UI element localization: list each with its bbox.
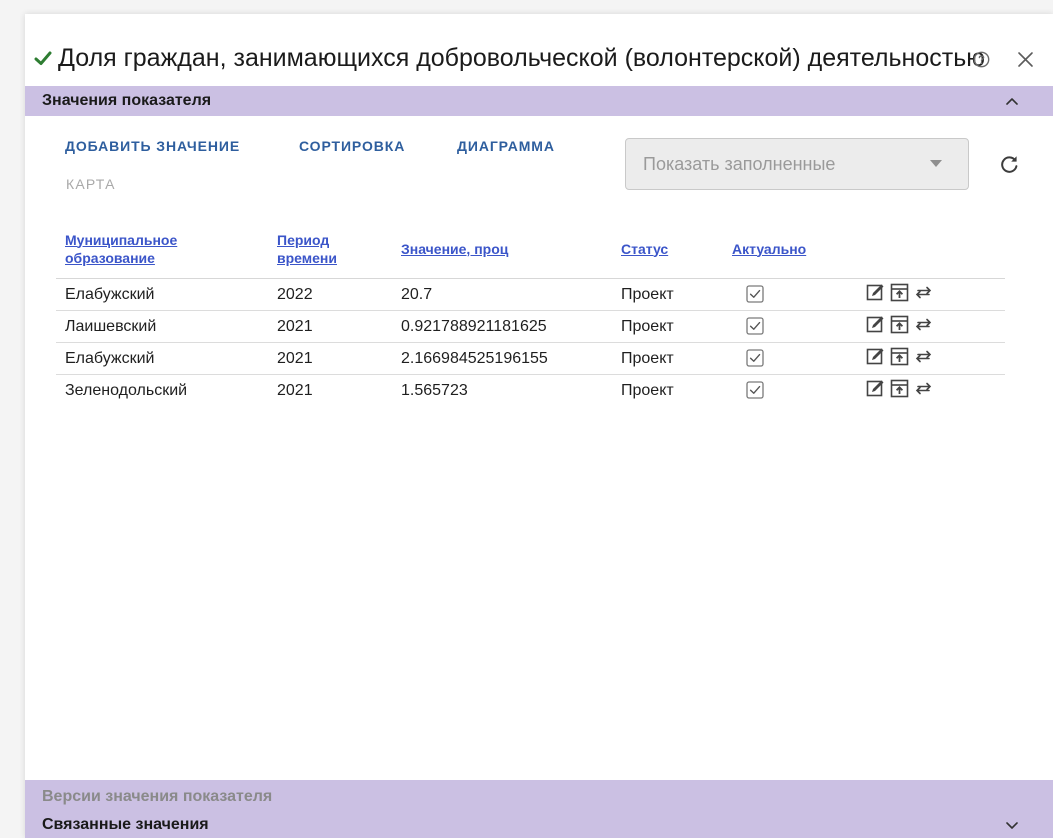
section-header-values[interactable]: Значения показателя <box>25 86 1053 116</box>
cell-period: 2021 <box>268 342 392 375</box>
caret-down-icon <box>930 160 942 167</box>
actual-checkbox[interactable] <box>746 285 764 304</box>
cell-status: Проект <box>612 342 723 375</box>
cell-value: 0.921788921181625 <box>392 310 612 343</box>
cell-actions <box>845 375 1005 407</box>
chevron-up-icon[interactable] <box>1005 95 1019 107</box>
cell-actions <box>845 342 1005 375</box>
column-header-value[interactable]: Значение, проц <box>392 219 612 279</box>
chart-button[interactable]: ДИАГРАММА <box>457 138 555 154</box>
cell-status: Проект <box>621 381 674 399</box>
actual-checkbox[interactable] <box>746 381 764 400</box>
dialog-header: Доля граждан, занимающихся добровольческ… <box>25 14 1053 86</box>
dialog-title: Доля граждан, занимающихся добровольческ… <box>58 44 985 72</box>
column-header-actions <box>845 219 1005 279</box>
swap-icon[interactable] <box>914 347 933 366</box>
cell-actual <box>723 278 845 311</box>
actual-checkbox[interactable] <box>746 349 764 368</box>
cell-actions <box>845 278 1005 311</box>
collapsed-sections: Версии значения показателя Связанные зна… <box>25 780 1053 838</box>
column-header-actual[interactable]: Актуально <box>723 219 845 279</box>
cell-actual <box>723 375 845 407</box>
refresh-icon[interactable] <box>998 153 1020 175</box>
add-value-button[interactable]: ДОБАВИТЬ ЗНАЧЕНИЕ <box>65 138 240 154</box>
column-header-municipality[interactable]: Муниципальное образование <box>56 219 268 279</box>
archive-icon[interactable] <box>890 283 909 302</box>
section-header-versions[interactable]: Версии значения показателя <box>42 788 272 806</box>
swap-icon[interactable] <box>914 379 933 398</box>
cell-municipality: Елабужский <box>56 278 268 311</box>
help-icon[interactable] <box>973 51 990 68</box>
cell-period: 2022 <box>268 278 392 311</box>
swap-icon[interactable] <box>914 315 933 334</box>
cell-period: 2021 <box>277 381 313 399</box>
cell-status: Проект <box>612 310 723 343</box>
archive-icon[interactable] <box>890 347 909 366</box>
chevron-down-icon[interactable] <box>1005 820 1019 832</box>
edit-icon[interactable] <box>866 315 885 334</box>
archive-icon[interactable] <box>890 379 909 398</box>
table-row[interactable]: Лаишевский 2021 0.921788921181625 Проект <box>56 310 1005 343</box>
actual-checkbox[interactable] <box>746 317 764 336</box>
close-icon[interactable] <box>1017 51 1034 68</box>
indicator-dialog: Доля граждан, занимающихся добровольческ… <box>25 14 1053 838</box>
cell-value: 20.7 <box>392 278 612 311</box>
cell-municipality: Зеленодольский <box>65 381 188 399</box>
section-title: Значения показателя <box>42 92 212 109</box>
cell-value: 1.565723 <box>401 381 468 399</box>
filter-select[interactable]: Показать заполненные <box>625 138 969 190</box>
swap-icon[interactable] <box>914 283 933 302</box>
check-icon <box>34 51 52 65</box>
cell-actions <box>845 310 1005 343</box>
archive-icon[interactable] <box>890 315 909 334</box>
sort-button[interactable]: СОРТИРОВКА <box>299 138 405 154</box>
edit-icon[interactable] <box>866 379 885 398</box>
section-header-linked[interactable]: Связанные значения <box>42 816 209 834</box>
cell-municipality: Елабужский <box>56 342 268 375</box>
table-row[interactable]: Зеленодольский 2021 1.565723 Проект <box>56 375 1005 407</box>
filter-select-placeholder: Показать заполненные <box>643 154 836 174</box>
values-table: Муниципальное образование Период времени… <box>56 219 1005 406</box>
cell-value: 2.166984525196155 <box>392 342 612 375</box>
table-row[interactable]: Елабужский 2022 20.7 Проект <box>56 278 1005 311</box>
edit-icon[interactable] <box>866 283 885 302</box>
cell-period: 2021 <box>268 310 392 343</box>
table-body: Елабужский 2022 20.7 Проект Лаишевский 2021 0.… <box>56 278 1005 407</box>
table-row[interactable]: Елабужский 2021 2.166984525196155 Проект <box>56 342 1005 375</box>
map-button[interactable]: КАРТА <box>66 176 116 192</box>
column-header-status[interactable]: Статус <box>612 219 723 279</box>
cell-status: Проект <box>612 278 723 311</box>
table-header-row: Муниципальное образование Период времени… <box>56 219 1005 279</box>
edit-icon[interactable] <box>866 347 885 366</box>
cell-actual <box>723 310 845 343</box>
column-header-period[interactable]: Период времени <box>268 219 392 279</box>
cell-actual <box>723 342 845 375</box>
cell-municipality: Лаишевский <box>56 310 268 343</box>
